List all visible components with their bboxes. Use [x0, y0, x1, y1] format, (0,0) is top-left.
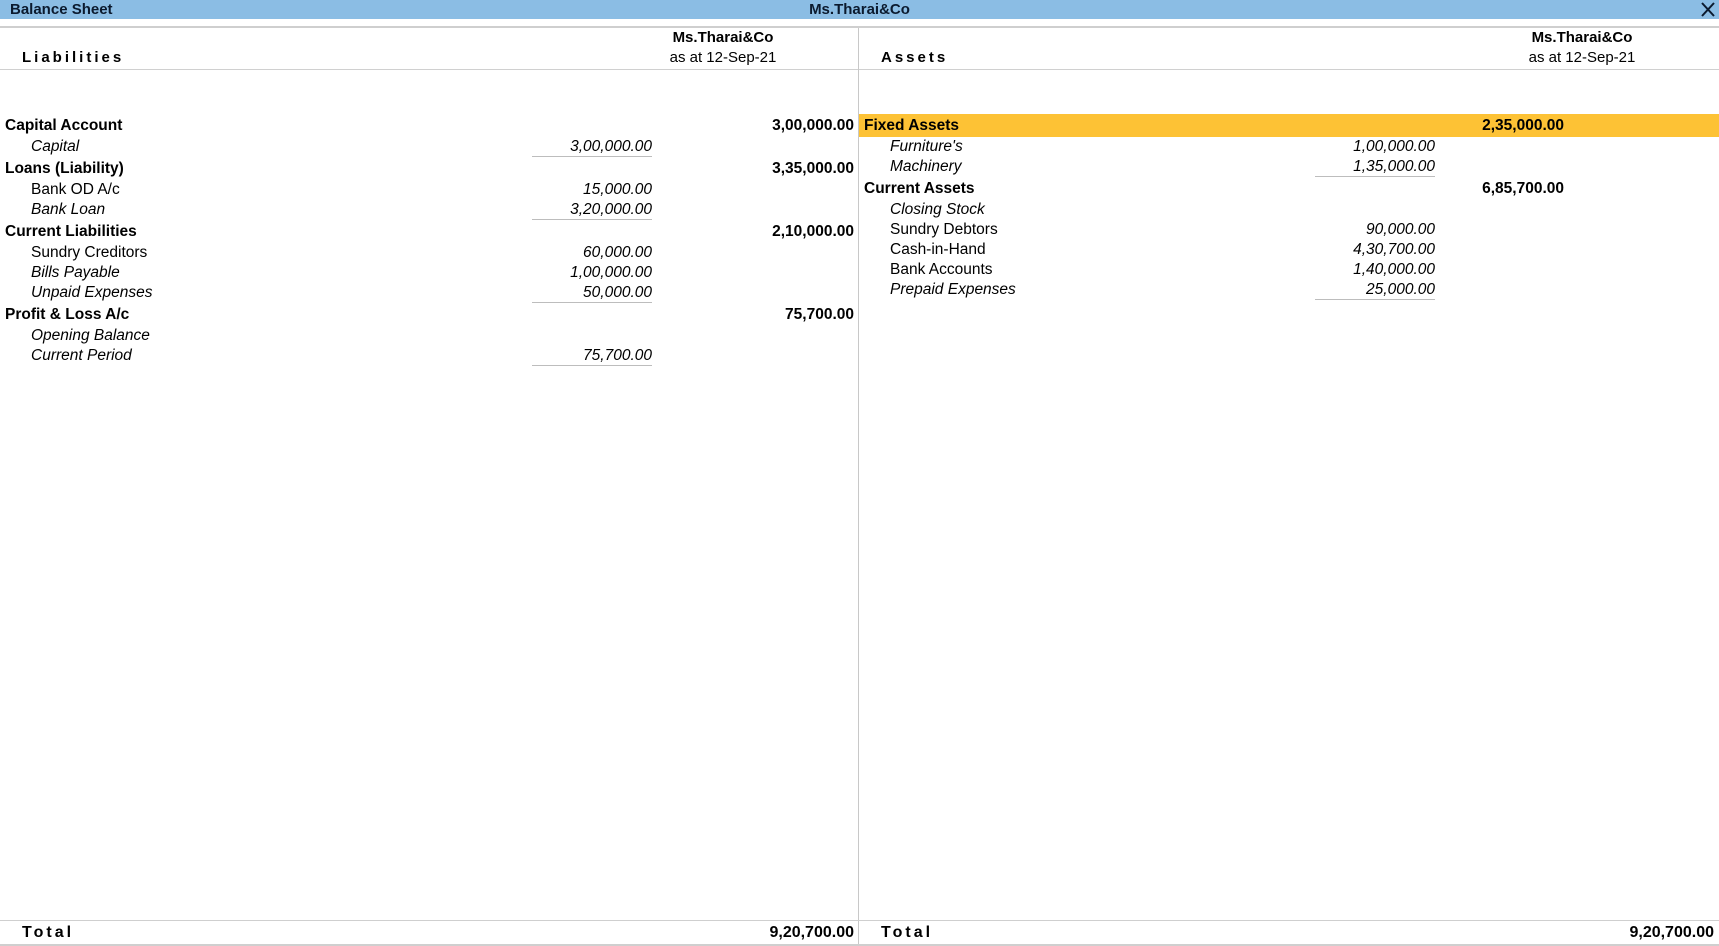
- liabilities-group-row[interactable]: Capital Account 3,00,000.00: [0, 114, 858, 137]
- ledger-name: Bank Loan: [31, 201, 106, 218]
- liabilities-total-row: Total 9,20,700.00: [0, 923, 858, 943]
- liabilities-total-label: Total: [22, 924, 75, 941]
- ledger-name: Sundry Debtors: [890, 221, 998, 238]
- group-amount: 2,35,000.00: [1482, 117, 1564, 134]
- group-name: Capital Account: [5, 117, 123, 134]
- assets-company-name: Ms.Tharai&Co: [1531, 29, 1633, 46]
- ledger-amount: 3,00,000.00: [532, 137, 652, 157]
- liabilities-total-amount: 9,20,700.00: [769, 924, 854, 941]
- header-separator: [0, 69, 1719, 70]
- report-title: Balance Sheet: [10, 1, 113, 18]
- ledger-name: Bills Payable: [31, 264, 120, 281]
- ledger-name: Current Period: [31, 347, 132, 364]
- assets-ledger-row[interactable]: Closing Stock: [859, 200, 1719, 220]
- ledger-name: Furniture's: [890, 138, 963, 155]
- ledger-amount: 60,000.00: [583, 244, 652, 261]
- liabilities-ledger-row[interactable]: Bank Loan 3,20,000.00: [0, 200, 858, 220]
- group-amount: 3,00,000.00: [772, 117, 854, 134]
- assets-ledger-row[interactable]: Furniture's 1,00,000.00: [859, 137, 1719, 157]
- ledger-amount: 4,30,700.00: [1353, 241, 1435, 258]
- liabilities-as-at-date: as at 12-Sep-21: [669, 49, 777, 66]
- ledger-name: Prepaid Expenses: [890, 281, 1016, 298]
- ledger-amount: 1,00,000.00: [570, 264, 652, 281]
- assets-group-row[interactable]: Current Assets 6,85,700.00: [859, 177, 1719, 200]
- assets-total-row: Total 9,20,700.00: [859, 923, 1719, 943]
- liabilities-group-row[interactable]: Loans (Liability) 3,35,000.00: [0, 157, 858, 180]
- group-name: Fixed Assets: [864, 117, 960, 134]
- ledger-name: Cash-in-Hand: [890, 241, 986, 258]
- title-separator: [0, 26, 1719, 28]
- ledger-amount: 3,20,000.00: [532, 200, 652, 220]
- assets-total-label: Total: [881, 924, 934, 941]
- assets-ledger-row[interactable]: Bank Accounts 1,40,000.00: [859, 260, 1719, 280]
- assets-rows: Fixed Assets 2,35,000.00 Furniture's 1,00,0…: [859, 114, 1719, 300]
- group-amount: 6,85,700.00: [1482, 180, 1564, 197]
- close-button[interactable]: [1699, 0, 1717, 19]
- liabilities-company-name: Ms.Tharai&Co: [672, 29, 774, 46]
- assets-ledger-row[interactable]: Sundry Debtors 90,000.00: [859, 220, 1719, 240]
- ledger-name: Machinery: [890, 158, 962, 175]
- liabilities-rows: Capital Account 3,00,000.00 Capital 3,00,00…: [0, 114, 858, 366]
- ledger-name: Sundry Creditors: [31, 244, 148, 261]
- group-name: Current Assets: [864, 180, 975, 197]
- ledger-amount: 1,00,000.00: [1353, 138, 1435, 155]
- liabilities-ledger-row[interactable]: Bills Payable 1,00,000.00: [0, 263, 858, 283]
- ledger-name: Bank Accounts: [890, 261, 993, 278]
- assets-as-at-date: as at 12-Sep-21: [1528, 49, 1636, 66]
- liabilities-ledger-row[interactable]: Capital 3,00,000.00: [0, 137, 858, 157]
- liabilities-ledger-row[interactable]: Bank OD A/c 15,000.00: [0, 180, 858, 200]
- ledger-name: Opening Balance: [31, 327, 150, 344]
- group-amount: 3,35,000.00: [772, 160, 854, 177]
- group-name: Current Liabilities: [5, 223, 137, 240]
- assets-total-amount: 9,20,700.00: [1629, 924, 1714, 941]
- ledger-amount: 75,700.00: [532, 346, 652, 366]
- assets-ledger-row[interactable]: Cash-in-Hand 4,30,700.00: [859, 240, 1719, 260]
- liabilities-group-row[interactable]: Profit & Loss A/c 75,700.00: [0, 303, 858, 326]
- ledger-amount: 90,000.00: [1366, 221, 1435, 238]
- group-amount: 2,10,000.00: [772, 223, 854, 240]
- liabilities-ledger-row[interactable]: Current Period 75,700.00: [0, 346, 858, 366]
- ledger-name: Closing Stock: [890, 201, 985, 218]
- assets-heading: Assets: [881, 49, 949, 66]
- company-title: Ms.Tharai&Co: [809, 1, 910, 18]
- ledger-amount: 1,35,000.00: [1315, 157, 1435, 177]
- group-amount: 75,700.00: [785, 306, 854, 323]
- title-bar: Balance Sheet Ms.Tharai&Co: [0, 0, 1719, 19]
- close-icon: [1701, 2, 1715, 17]
- ledger-amount: 15,000.00: [583, 181, 652, 198]
- ledger-amount: 25,000.00: [1315, 280, 1435, 300]
- ledger-name: Bank OD A/c: [31, 181, 120, 198]
- ledger-amount: 1,40,000.00: [1353, 261, 1435, 278]
- liabilities-ledger-row[interactable]: Unpaid Expenses 50,000.00: [0, 283, 858, 303]
- liabilities-ledger-row[interactable]: Opening Balance: [0, 326, 858, 346]
- ledger-name: Unpaid Expenses: [31, 284, 153, 301]
- assets-ledger-row[interactable]: Machinery 1,35,000.00: [859, 157, 1719, 177]
- liabilities-heading: Liabilities: [22, 49, 125, 66]
- assets-group-row[interactable]: Fixed Assets 2,35,000.00: [859, 114, 1719, 137]
- ledger-amount: 50,000.00: [532, 283, 652, 303]
- group-name: Profit & Loss A/c: [5, 306, 130, 323]
- group-name: Loans (Liability): [5, 160, 124, 177]
- liabilities-ledger-row[interactable]: Sundry Creditors 60,000.00: [0, 243, 858, 263]
- total-top-border: [0, 920, 1719, 921]
- liabilities-group-row[interactable]: Current Liabilities 2,10,000.00: [0, 220, 858, 243]
- assets-ledger-row[interactable]: Prepaid Expenses 25,000.00: [859, 280, 1719, 300]
- ledger-name: Capital: [31, 138, 80, 155]
